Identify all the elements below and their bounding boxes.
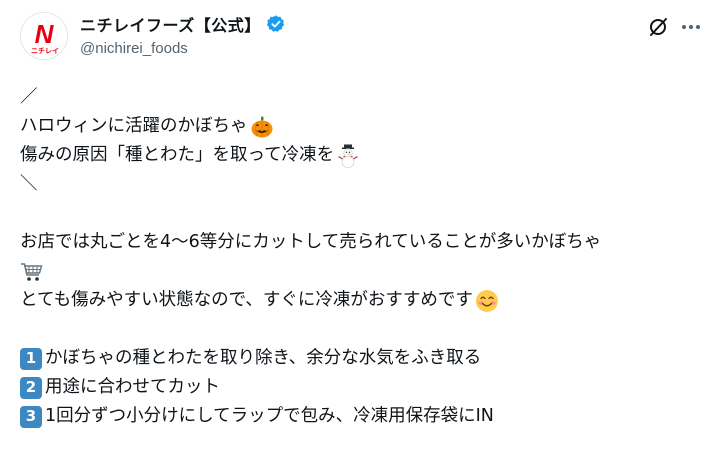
step-text: 用途に合わせてカット (45, 377, 220, 397)
handle[interactable]: @nichirei_foods (80, 40, 286, 57)
dot (682, 25, 686, 29)
step-text: かぼちゃの種とわたを取り除き、余分な水気をふき取る (45, 348, 482, 368)
grok-icon[interactable] (647, 16, 669, 38)
tweet-text: ／ ハロウィンに活躍のかぼちゃ 傷みの原因「種とわた」を取って冷凍を ＼ お店で… (20, 83, 710, 431)
dot (696, 25, 700, 29)
text-line: ハロウィンに活躍のかぼちゃ (20, 112, 710, 141)
verified-badge-icon[interactable] (266, 14, 286, 34)
step-line: 2 用途に合わせてカット (20, 373, 710, 402)
author-info: ニチレイフーズ【公式】 @nichirei_foods (80, 13, 286, 57)
smiling-face-emoji (475, 289, 498, 312)
name-row: ニチレイフーズ【公式】 (80, 13, 286, 35)
dot (689, 25, 693, 29)
display-name[interactable]: ニチレイフーズ【公式】 (80, 12, 261, 36)
text-line: ／ (20, 87, 38, 107)
step-line: 1 かぼちゃの種とわたを取り除き、余分な水気をふき取る (20, 344, 710, 373)
step-line: 3 1回分ずつ小分けにしてラップで包み、冷凍用保存袋にIN (20, 402, 710, 431)
logo-text: ニチレイ (31, 47, 59, 55)
text-line: 傷みの原因「種とわた」を取って冷凍を (20, 141, 710, 170)
shopping-cart-emoji (21, 262, 43, 281)
snowman-emoji (338, 144, 358, 168)
text-line: とても傷みやすい状態なので、すぐに冷凍がおすすめです (20, 286, 710, 315)
avatar[interactable]: N ニチレイ (20, 12, 68, 60)
more-options-icon[interactable] (680, 16, 702, 38)
keycap-1-icon: 1 (20, 347, 42, 370)
logo-mark: N (35, 19, 55, 49)
text-span: 傷みの原因「種とわた」を取って冷凍を (20, 145, 335, 165)
text-line: お店では丸ごとを4～6等分にカットして売られていることが多いかぼちゃ (20, 232, 602, 252)
tweet-header: N ニチレイ ニチレイフーズ【公式】 @nichirei_foods (0, 0, 720, 70)
text-span: ハロウィンに活躍のかぼちゃ (20, 116, 248, 136)
nichirei-logo: N ニチレイ (21, 13, 67, 59)
keycap-3-icon: 3 (20, 405, 42, 428)
keycap-2-icon: 2 (20, 376, 42, 399)
text-span: とても傷みやすい状態なので、すぐに冷凍がおすすめです (20, 290, 473, 310)
jack-o-lantern-emoji (251, 116, 272, 137)
text-line (20, 257, 710, 286)
text-line: ＼ (20, 174, 38, 194)
step-text: 1回分ずつ小分けにしてラップで包み、冷凍用保存袋にIN (45, 406, 494, 426)
